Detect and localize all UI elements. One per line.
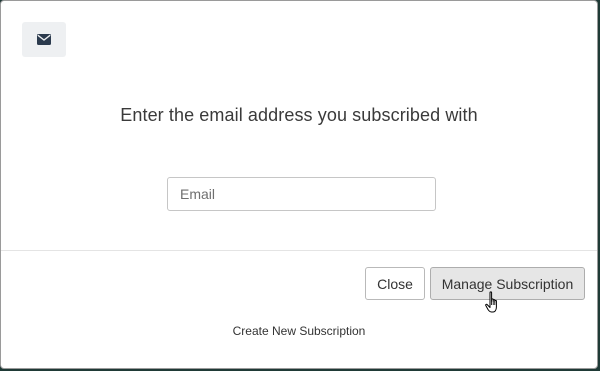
- create-new-subscription-link[interactable]: Create New Subscription: [1, 324, 597, 338]
- manage-subscription-button[interactable]: Manage Subscription: [430, 267, 585, 300]
- close-button[interactable]: Close: [365, 267, 425, 300]
- modal-heading: Enter the email address you subscribed w…: [120, 105, 478, 125]
- email-input[interactable]: [167, 177, 436, 211]
- footer-divider: [1, 250, 597, 251]
- hand-pointer-icon: [485, 291, 497, 313]
- envelope-icon: [37, 34, 51, 45]
- envelope-icon-box: [22, 22, 66, 57]
- subscription-modal: Enter the email address you subscribed w…: [0, 0, 598, 369]
